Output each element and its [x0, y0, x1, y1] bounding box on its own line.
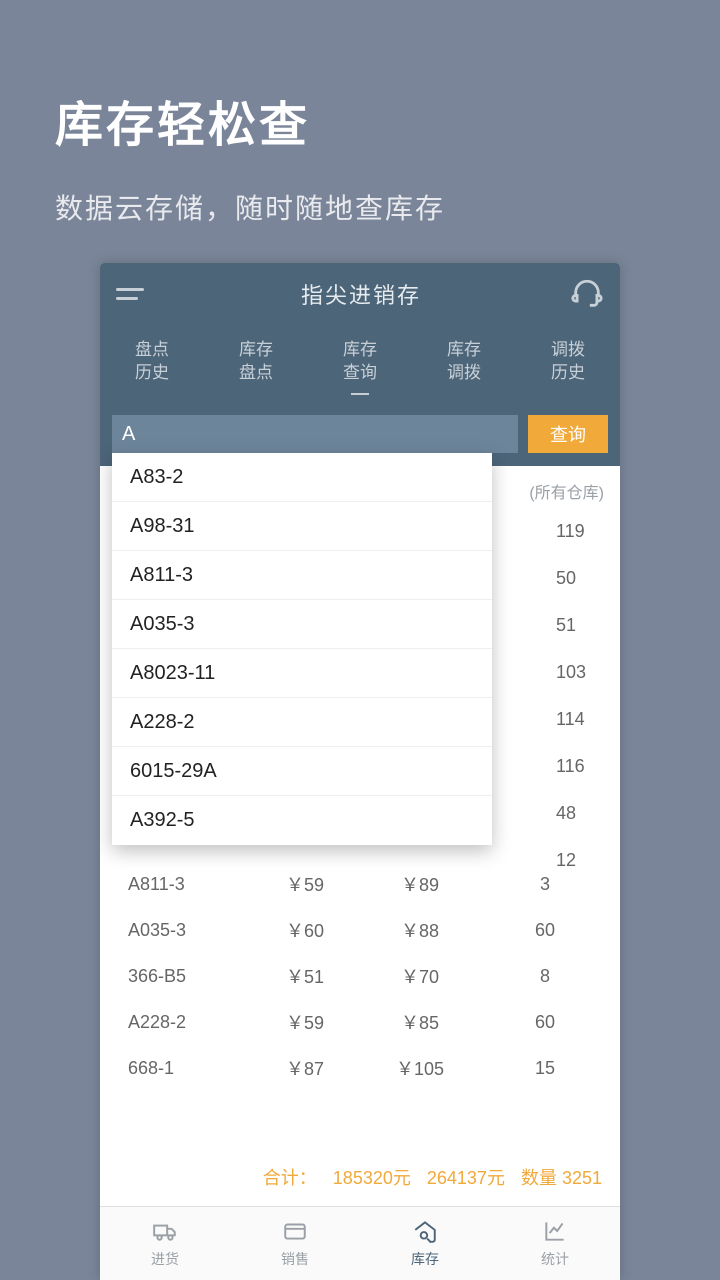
table-row[interactable]: 366-B5￥51￥708	[110, 953, 610, 999]
search-input[interactable]	[112, 415, 518, 453]
table-row[interactable]: A228-2￥59￥8560	[110, 999, 610, 1045]
nav-purchase[interactable]: 进货	[100, 1207, 230, 1280]
promo-subtitle: 数据云存储，随时随地查库存	[0, 155, 720, 227]
app-header: 指尖进销存 盘点历史 库存盘点 库存查询 库存调拨 调拨历史 查询	[100, 263, 620, 466]
nav-sales[interactable]: 销售	[230, 1207, 360, 1280]
nav-stats[interactable]: 统计	[490, 1207, 620, 1280]
table-row[interactable]: 668-1￥87￥10515	[110, 1045, 610, 1091]
dropdown-item[interactable]: A228-2	[112, 698, 492, 747]
nav-inventory[interactable]: 库存	[360, 1207, 490, 1280]
bottom-nav: 进货 销售 库存 统计	[100, 1206, 620, 1280]
tab-inventory-query[interactable]: 库存查询	[339, 339, 381, 395]
dropdown-item[interactable]: A8023-11	[112, 649, 492, 698]
warehouse-filter[interactable]: (所有仓库)	[529, 479, 604, 503]
dropdown-item[interactable]: A811-3	[112, 551, 492, 600]
quantity-column-partial: 119 50 51 103 114 116 48 12	[556, 521, 586, 871]
app-frame: 指尖进销存 盘点历史 库存盘点 库存查询 库存调拨 调拨历史 查询 (所有仓库)…	[100, 263, 620, 1280]
summary-total-cost: 185320元	[333, 1164, 411, 1190]
dropdown-item[interactable]: A035-3	[112, 600, 492, 649]
dropdown-item[interactable]: A83-2	[112, 453, 492, 502]
header-tabs: 盘点历史 库存盘点 库存查询 库存调拨 调拨历史	[100, 339, 620, 395]
dropdown-item[interactable]: A98-31	[112, 502, 492, 551]
house-search-icon	[412, 1218, 438, 1247]
truck-icon	[152, 1218, 178, 1247]
app-title: 指尖进销存	[152, 278, 570, 310]
wallet-icon	[282, 1218, 308, 1247]
tab-inventory-transfer[interactable]: 库存调拨	[443, 339, 485, 395]
summary-total-price: 264137元	[427, 1164, 505, 1190]
summary-row: 合计： 185320元 264137元 数量 3251	[118, 1164, 602, 1190]
headset-icon[interactable]	[570, 277, 604, 311]
search-button[interactable]: 查询	[528, 415, 608, 453]
summary-total-qty: 数量 3251	[521, 1164, 602, 1190]
table-row[interactable]: A811-3￥59￥893	[110, 861, 610, 907]
tab-inventory-check[interactable]: 库存盘点	[235, 339, 277, 395]
inventory-table: A811-3￥59￥893 A035-3￥60￥8860 366-B5￥51￥7…	[100, 861, 620, 1091]
dropdown-item[interactable]: A392-5	[112, 796, 492, 845]
promo-title: 库存轻松查	[0, 0, 720, 155]
tab-inventory-history[interactable]: 盘点历史	[131, 339, 173, 395]
chart-icon	[542, 1218, 568, 1247]
autocomplete-dropdown: A83-2 A98-31 A811-3 A035-3 A8023-11 A228…	[112, 453, 492, 845]
table-row[interactable]: A035-3￥60￥8860	[110, 907, 610, 953]
tab-transfer-history[interactable]: 调拨历史	[547, 339, 589, 395]
dropdown-item[interactable]: 6015-29A	[112, 747, 492, 796]
menu-icon[interactable]	[116, 276, 152, 312]
summary-label: 合计：	[263, 1164, 317, 1190]
